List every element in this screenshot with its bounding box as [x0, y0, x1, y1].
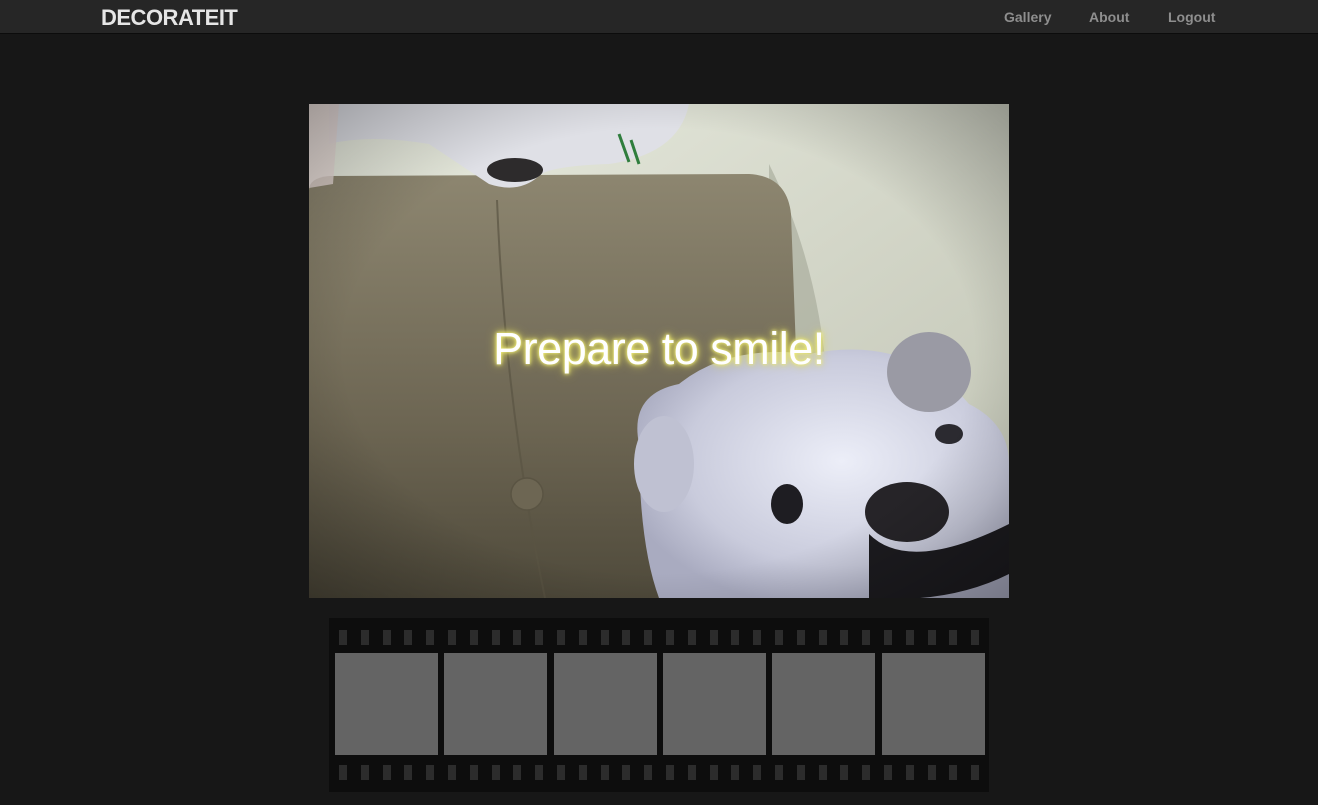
film-perforation — [491, 765, 500, 780]
film-perforation — [469, 630, 478, 645]
film-frame-4[interactable] — [663, 653, 766, 755]
film-perforation — [687, 765, 696, 780]
film-perforation — [448, 630, 456, 645]
film-perforation — [905, 630, 914, 645]
film-perforation — [535, 765, 544, 780]
film-frame-1[interactable] — [335, 653, 438, 755]
film-perforation — [513, 630, 522, 645]
film-perforation — [644, 630, 653, 645]
film-perforation — [796, 630, 805, 645]
film-perforation — [840, 765, 849, 780]
film-perforation — [905, 765, 914, 780]
nav-link-gallery[interactable]: Gallery — [1004, 9, 1051, 25]
film-perforation — [426, 765, 435, 780]
film-perforation — [927, 765, 936, 780]
film-perforation — [557, 765, 565, 780]
film-perforation — [796, 765, 805, 780]
film-perforation — [404, 765, 413, 780]
film-perforation — [491, 630, 500, 645]
film-perforation — [949, 630, 958, 645]
film-perforation — [709, 630, 718, 645]
film-perforation — [426, 630, 435, 645]
film-perforation — [557, 630, 565, 645]
film-perforation — [818, 630, 827, 645]
film-perforation — [578, 630, 587, 645]
film-perforation — [862, 630, 871, 645]
film-frame-5[interactable] — [772, 653, 875, 755]
film-perforation — [840, 630, 849, 645]
film-perforation — [360, 765, 369, 780]
top-navbar: DECORATEIT Gallery About Logout — [0, 0, 1318, 34]
film-perforation — [731, 765, 740, 780]
film-perforation — [360, 630, 369, 645]
film-perforation — [971, 765, 980, 780]
film-perforation — [600, 630, 609, 645]
film-perforation — [535, 630, 544, 645]
film-perforation — [600, 765, 609, 780]
film-perforation — [382, 630, 391, 645]
film-perforation — [971, 630, 980, 645]
film-perforation — [927, 630, 936, 645]
film-perforation — [818, 765, 827, 780]
film-perforation — [884, 765, 892, 780]
film-frame-3[interactable] — [554, 653, 657, 755]
film-perforation — [687, 630, 696, 645]
film-perforation — [339, 765, 347, 780]
film-frame-2[interactable] — [444, 653, 547, 755]
film-frame-6[interactable] — [882, 653, 985, 755]
film-perforation — [775, 630, 783, 645]
film-perforation — [775, 765, 783, 780]
filmstrip-perforations-bottom — [339, 765, 989, 780]
film-perforation — [469, 765, 478, 780]
film-perforation — [884, 630, 892, 645]
nav-link-logout[interactable]: Logout — [1168, 9, 1215, 25]
film-perforation — [862, 765, 871, 780]
nav-link-about[interactable]: About — [1089, 9, 1129, 25]
film-perforation — [578, 765, 587, 780]
film-perforation — [404, 630, 413, 645]
countdown-overlay-text: Prepare to smile! — [493, 323, 825, 374]
film-perforation — [622, 630, 631, 645]
film-perforation — [448, 765, 456, 780]
film-perforation — [513, 765, 522, 780]
film-perforation — [382, 765, 391, 780]
film-perforation — [666, 630, 674, 645]
film-perforation — [644, 765, 653, 780]
film-perforation — [753, 630, 762, 645]
film-perforation — [666, 765, 674, 780]
film-perforation — [731, 630, 740, 645]
brand-logo[interactable]: DECORATEIT — [101, 5, 238, 31]
film-perforation — [339, 630, 347, 645]
filmstrip — [329, 618, 989, 792]
film-perforation — [622, 765, 631, 780]
filmstrip-perforations-top — [339, 630, 989, 645]
film-perforation — [949, 765, 958, 780]
film-perforation — [709, 765, 718, 780]
film-perforation — [753, 765, 762, 780]
